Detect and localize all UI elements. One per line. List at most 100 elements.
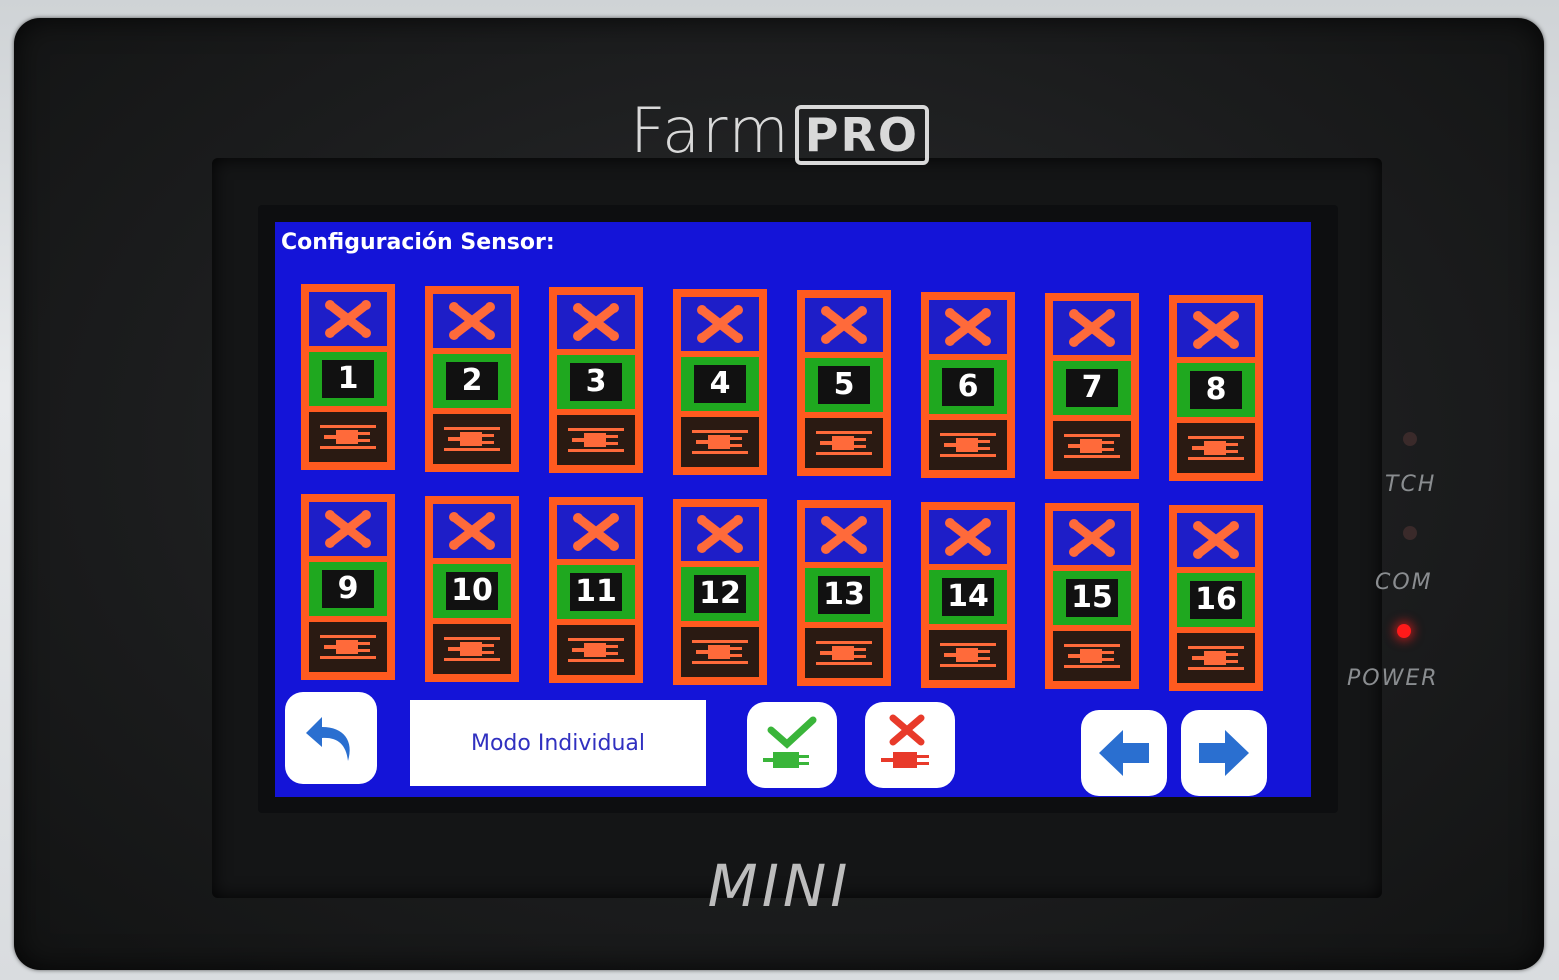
x-cross-icon	[1177, 512, 1255, 567]
power-label: POWER	[1347, 666, 1439, 691]
sensor-number: 15	[1066, 579, 1118, 617]
sensor-number: 11	[570, 573, 622, 611]
sensor-tile[interactable]: 6	[921, 291, 1015, 478]
back-button[interactable]	[285, 692, 377, 784]
sensor-number-cell: 5	[805, 358, 883, 412]
sensor-number-cell: 7	[1053, 361, 1131, 415]
sensor-number: 13	[818, 576, 870, 614]
x-cross-icon	[557, 505, 635, 559]
sensor-number: 14	[942, 577, 994, 616]
sensor-number: 4	[694, 364, 746, 403]
sensor-number-cell: 10	[433, 563, 511, 618]
sensor-number-cell: 14	[929, 569, 1007, 624]
x-cross-icon	[805, 298, 883, 352]
x-cross-icon	[309, 502, 387, 556]
sensor-number-cell: 2	[433, 353, 511, 408]
sensor-tile[interactable]: 12	[673, 498, 767, 685]
sensor-tile[interactable]: 10	[425, 495, 519, 682]
sensor-number: 16	[1190, 580, 1242, 619]
plug-icon	[433, 623, 511, 674]
sensor-number: 6	[942, 367, 994, 406]
sensor-number-cell: 3	[557, 355, 635, 409]
prev-page-button[interactable]	[1081, 710, 1167, 796]
check-plug-icon	[763, 716, 817, 768]
sensor-number-cell: 6	[929, 359, 1007, 414]
enable-all-button[interactable]	[747, 702, 837, 788]
x-plug-icon	[881, 714, 929, 768]
sensor-number: 1	[322, 360, 374, 398]
x-cross-icon	[929, 509, 1007, 564]
plug-icon	[433, 413, 511, 464]
sensor-tile[interactable]: 16	[1169, 504, 1263, 691]
brand-badge: PRO	[794, 104, 929, 165]
disable-all-button[interactable]	[865, 702, 955, 788]
sensor-tile[interactable]: 5	[797, 290, 891, 476]
x-cross-icon	[433, 503, 511, 558]
sensor-number-cell: 1	[309, 352, 387, 406]
sensor-tile[interactable]: 4	[673, 288, 767, 475]
sensor-tile[interactable]: 13	[797, 500, 891, 686]
sensor-tile[interactable]: 9	[301, 494, 395, 680]
sensor-number: 2	[446, 361, 498, 400]
brand-logo: Farm PRO	[0, 100, 1559, 165]
arrow-left-icon	[1099, 730, 1149, 776]
sensor-tile[interactable]: 1	[301, 284, 395, 470]
x-cross-icon	[1177, 302, 1255, 357]
sensor-number-cell: 13	[805, 568, 883, 622]
sensor-tile[interactable]: 11	[549, 497, 643, 683]
sensor-number-cell: 9	[309, 562, 387, 616]
sensor-number: 9	[322, 570, 374, 608]
sensor-number-cell: 4	[681, 356, 759, 411]
tch-label: TCH	[1385, 472, 1437, 497]
brand-name: Farm	[629, 94, 791, 167]
plug-icon	[929, 419, 1007, 470]
plug-icon	[1053, 421, 1131, 471]
x-cross-icon	[681, 296, 759, 351]
sensor-number: 8	[1190, 370, 1242, 409]
sensor-number: 12	[694, 574, 746, 613]
mode-display[interactable]: Modo Individual	[410, 700, 706, 786]
com-led-icon	[1403, 526, 1417, 540]
power-led-icon	[1397, 624, 1411, 638]
x-cross-icon	[557, 295, 635, 349]
x-cross-icon	[309, 292, 387, 346]
plug-icon	[309, 412, 387, 462]
sensor-tile[interactable]: 3	[549, 287, 643, 473]
plug-icon	[805, 628, 883, 678]
sensor-number-cell: 12	[681, 566, 759, 621]
sensor-number-cell: 8	[1177, 362, 1255, 417]
plug-icon	[557, 625, 635, 675]
x-cross-icon	[1053, 511, 1131, 565]
x-cross-icon	[433, 293, 511, 348]
sensor-tile[interactable]: 8	[1169, 294, 1263, 481]
sensor-tile[interactable]: 2	[425, 285, 519, 472]
lcd-screen: Configuración Sensor: 1 2 3 4 5 6 7 8 9 10 11 12 13 1…	[275, 222, 1311, 797]
sensor-number: 3	[570, 363, 622, 401]
tch-led-icon	[1403, 432, 1417, 446]
plug-icon	[805, 418, 883, 468]
sensor-number: 5	[818, 366, 870, 404]
sensor-tile[interactable]: 7	[1045, 293, 1139, 479]
x-cross-icon	[805, 508, 883, 562]
next-page-button[interactable]	[1181, 710, 1267, 796]
page-title: Configuración Sensor:	[281, 230, 555, 255]
x-cross-icon	[681, 506, 759, 561]
com-label: COM	[1375, 570, 1433, 595]
sensor-number-cell: 11	[557, 565, 635, 619]
sensor-number-cell: 16	[1177, 572, 1255, 627]
x-cross-icon	[1053, 301, 1131, 355]
x-cross-icon	[929, 299, 1007, 354]
sensor-number: 10	[446, 571, 498, 610]
sensor-tile[interactable]: 14	[921, 501, 1015, 688]
model-label: MINI	[707, 852, 852, 920]
plug-icon	[309, 622, 387, 672]
arrow-right-icon	[1199, 730, 1249, 776]
plug-icon	[557, 415, 635, 465]
plug-icon	[929, 629, 1007, 680]
plug-icon	[681, 626, 759, 677]
sensor-tile[interactable]: 15	[1045, 503, 1139, 689]
plug-icon	[681, 416, 759, 467]
sensor-number-cell: 15	[1053, 571, 1131, 625]
plug-icon	[1177, 632, 1255, 683]
undo-arrow-icon	[306, 717, 350, 761]
